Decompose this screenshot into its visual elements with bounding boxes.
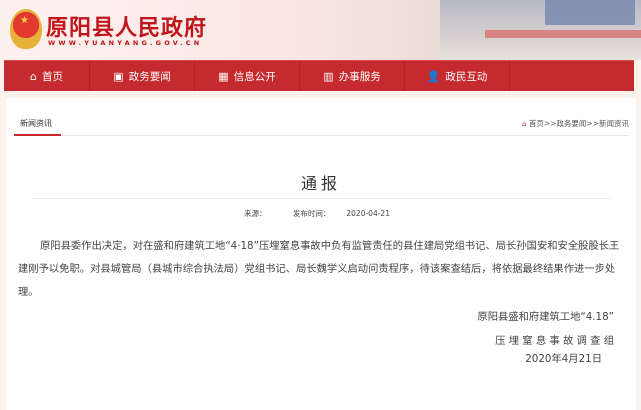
news-icon: ▣ [113, 69, 124, 83]
tab-news[interactable]: 新闻资讯 [14, 114, 61, 136]
article-body: 原阳县委作出决定，对在盛和府建筑工地“4·18”压埋窒息事故中负有监管责任的县住… [18, 240, 620, 298]
content-panel: 新闻资讯 ⌂ 首页>>政务要闻>>新闻资讯 通报 来源： 发布时间： 2020-0… [6, 98, 636, 410]
site-url: WWW.YUANYANG.GOV.CN [48, 39, 203, 47]
breadcrumb-current[interactable]: 新闻资讯 [599, 119, 629, 128]
main-nav: ⌂ 首页 ▣ 政务要闻 ▦ 信息公开 ▥ 办事服务 👤 政民互动 [4, 60, 634, 91]
breadcrumb-sep: >> [586, 119, 599, 128]
user-icon: 👤 [426, 69, 441, 83]
signature-date: 2020年4月21日 [525, 353, 602, 365]
nav-news[interactable]: ▣ 政务要闻 [90, 61, 195, 91]
breadcrumb: ⌂ 首页>>政务要闻>>新闻资讯 [522, 118, 629, 129]
publish-date: 2020-04-21 [346, 209, 390, 218]
signature-line-1: 原阳县盛和府建筑工地“4.18” [477, 311, 614, 323]
article-meta: 来源： 发布时间： 2020-04-21 [6, 208, 636, 219]
source-label: 来源： [244, 209, 267, 218]
nav-label: 信息公开 [233, 70, 276, 83]
tab-bar: 新闻资讯 ⌂ 首页>>政务要闻>>新闻资讯 [14, 114, 629, 136]
site-title[interactable]: 原阳县人民政府 [46, 10, 207, 42]
divider [31, 198, 611, 199]
breadcrumb-section[interactable]: 政务要闻 [556, 119, 586, 128]
nav-interaction[interactable]: 👤 政民互动 [405, 61, 510, 91]
header-banner-image [440, 0, 641, 60]
nav-label: 首页 [41, 70, 63, 83]
breadcrumb-home[interactable]: 首页 [529, 119, 544, 128]
nav-info-disclosure[interactable]: ▦ 信息公开 [195, 61, 300, 91]
signature-line-2: 压 埋 窒 息 事 故 调 查 组 [495, 335, 614, 347]
nav-label: 办事服务 [338, 70, 381, 83]
home-icon: ⌂ [30, 69, 37, 83]
nav-label: 政务要闻 [128, 70, 171, 83]
nav-home[interactable]: ⌂ 首页 [4, 61, 90, 91]
site-header: ★ 原阳县人民政府 WWW.YUANYANG.GOV.CN [0, 0, 641, 60]
nav-empty [510, 61, 634, 91]
breadcrumb-sep: >> [543, 119, 557, 128]
info-icon: ▦ [218, 69, 229, 83]
nav-services[interactable]: ▥ 办事服务 [300, 61, 405, 91]
national-emblem-icon: ★ [10, 9, 42, 49]
nav-label: 政民互动 [445, 70, 488, 83]
date-label: 发布时间： [292, 209, 331, 218]
home-icon: ⌂ [522, 120, 527, 128]
building-icon: ▥ [323, 69, 334, 83]
article-title: 通报 [300, 174, 341, 193]
